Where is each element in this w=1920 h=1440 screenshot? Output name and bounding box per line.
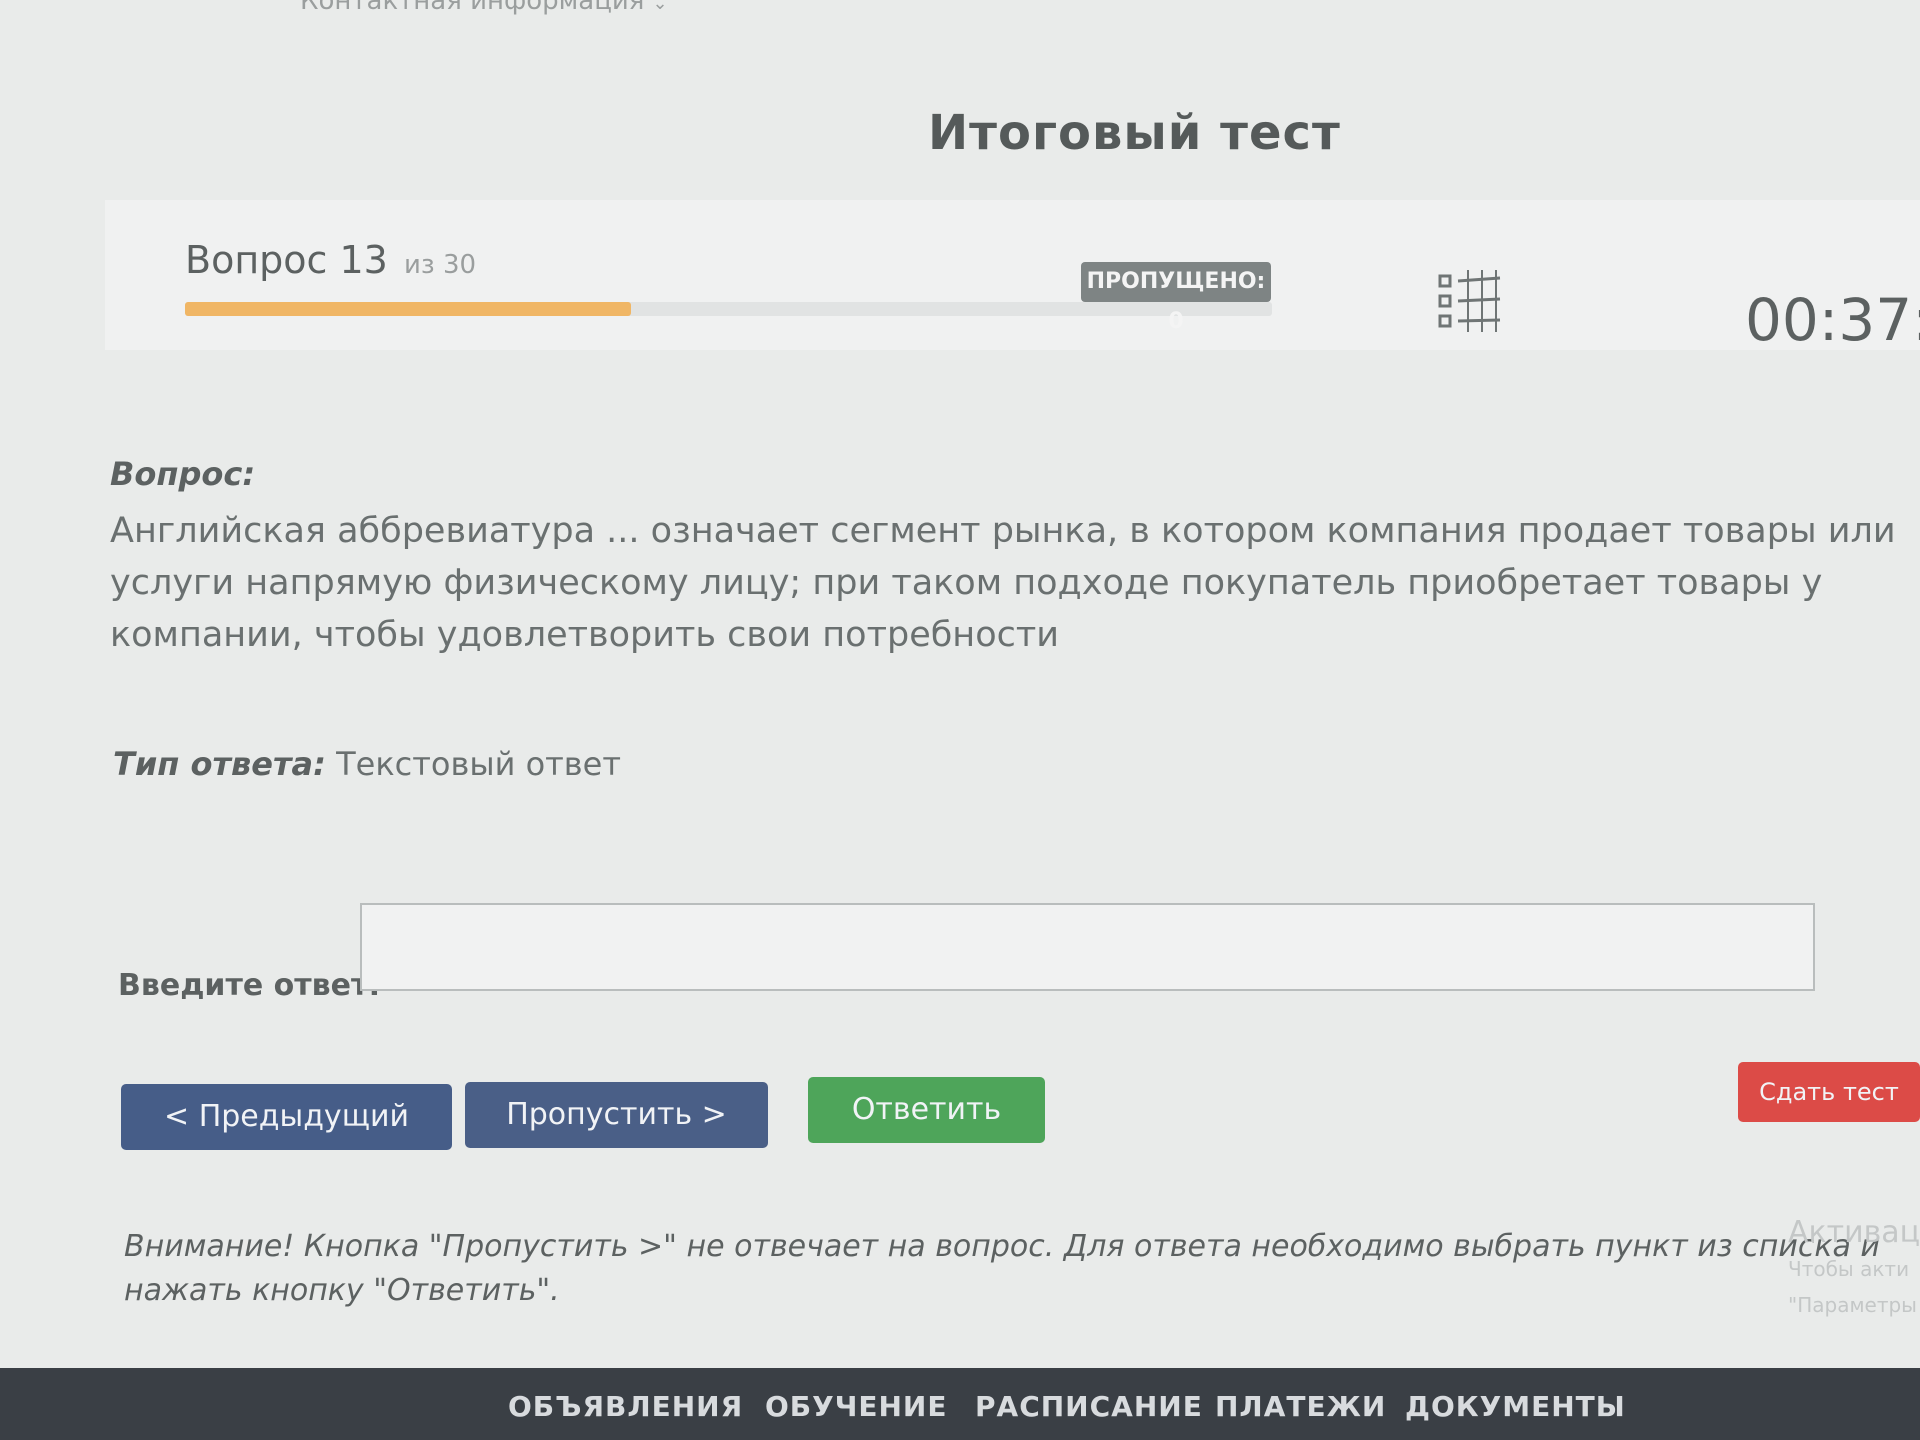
page: Контактная информация ⌄ Итоговый тест Воп… xyxy=(0,0,1920,1440)
previous-button[interactable]: < Предыдущий xyxy=(121,1084,452,1150)
footer-item-payments[interactable]: ПЛАТЕЖИ xyxy=(1215,1390,1386,1423)
contact-info-label: Контактная информация xyxy=(300,0,645,16)
timer-container: 00:37:1 xyxy=(1745,280,1920,360)
answer-type: Тип ответа: Текстовый ответ xyxy=(113,745,621,783)
footer-item-schedule[interactable]: РАСПИСАНИЕ xyxy=(975,1390,1203,1423)
activation-watermark: Активац Чтобы акти "Параметры xyxy=(1788,1215,1920,1323)
page-title: Итоговый тест xyxy=(928,105,1341,161)
contact-info-link[interactable]: Контактная информация ⌄ xyxy=(300,0,668,16)
question-number: Вопрос 13 xyxy=(185,238,388,282)
question-list-icon[interactable] xyxy=(1438,270,1508,332)
footer-item-documents[interactable]: ДОКУМЕНТЫ xyxy=(1405,1390,1626,1423)
answer-type-label: Тип ответа: xyxy=(113,745,326,783)
progress-fill xyxy=(185,302,631,316)
footer-item-learning[interactable]: ОБУЧЕНИЕ xyxy=(765,1390,947,1423)
footer-nav: ОБЪЯВЛЕНИЯ ОБУЧЕНИЕ РАСПИСАНИЕ ПЛАТЕЖИ Д… xyxy=(0,1368,1920,1440)
skip-button[interactable]: Пропустить > xyxy=(465,1082,768,1148)
question-total: из 30 xyxy=(403,250,477,280)
notice-text: Внимание! Кнопка "Пропустить >" не отвеч… xyxy=(124,1229,1880,1308)
question-text: Английская аббревиатура ... означает сег… xyxy=(110,511,1896,655)
status-panel: Вопрос 13 из 30 ПРОПУЩЕНО: 0 00:37:1 xyxy=(105,200,1920,354)
chevron-down-icon: ⌄ xyxy=(652,0,668,14)
watermark-line-2: Чтобы акти xyxy=(1788,1257,1910,1281)
progress-bar xyxy=(185,302,1272,316)
watermark-line-3: "Параметры xyxy=(1788,1293,1917,1317)
footer-item-announcements[interactable]: ОБЪЯВЛЕНИЯ xyxy=(508,1390,743,1423)
top-strip: Контактная информация ⌄ xyxy=(0,0,1920,22)
timer: 00:37:1 xyxy=(1745,286,1920,354)
answer-button[interactable]: Ответить xyxy=(808,1077,1045,1143)
skipped-badge: ПРОПУЩЕНО: 0 xyxy=(1081,262,1271,334)
answer-type-value: Текстовый ответ xyxy=(336,745,621,783)
question-counter: Вопрос 13 из 30 xyxy=(185,238,476,282)
question-label: Вопрос: xyxy=(110,455,256,493)
answer-input[interactable] xyxy=(360,903,1815,991)
submit-test-button[interactable]: Сдать тест xyxy=(1738,1062,1920,1122)
watermark-line-1: Активац xyxy=(1788,1215,1920,1250)
answer-field-label: Введите ответ: xyxy=(118,968,381,1003)
